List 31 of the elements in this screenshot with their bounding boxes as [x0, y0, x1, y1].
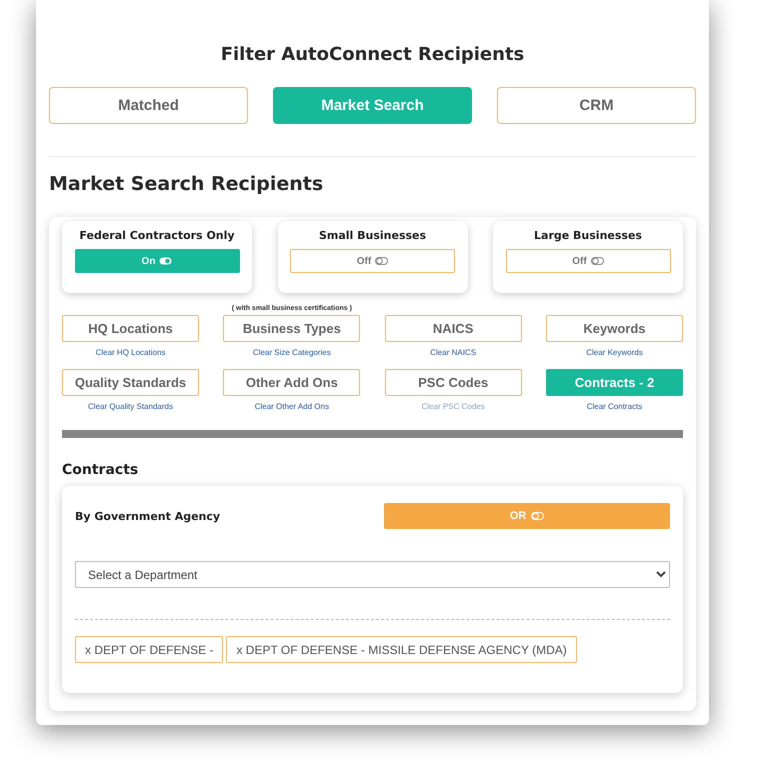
toggle-title: Small Businesses [318, 229, 426, 242]
filter-button[interactable]: NAICS [384, 315, 522, 342]
department-select[interactable]: Select a Department [75, 561, 670, 588]
toggle-icon [531, 512, 544, 520]
clear-link[interactable]: Clear Size Categories [252, 348, 331, 357]
clear-link[interactable]: Clear Contracts [586, 402, 642, 411]
dialog-title: Filter AutoConnect Recipients [220, 44, 526, 65]
toggle-button[interactable]: Off [290, 249, 455, 273]
agency-tag[interactable]: x DEPT OF DEFENSE - [75, 636, 224, 663]
agency-label: By Government Agency [75, 510, 220, 522]
clear-link[interactable]: Clear HQ Locations [96, 348, 166, 357]
filter-button[interactable]: HQ Locations [62, 315, 199, 342]
contracts-title: Contracts [62, 462, 140, 478]
tab[interactable]: CRM [497, 87, 696, 124]
toggle-icon [590, 257, 604, 265]
clear-link[interactable]: Clear Quality Standards [88, 402, 173, 411]
toggle-button[interactable]: Off [506, 249, 670, 273]
clear-link[interactable]: Clear NAICS [430, 348, 476, 357]
filter-button[interactable]: Quality Standards [62, 369, 199, 396]
filter-button[interactable]: Keywords [546, 315, 683, 342]
section-title: Market Search Recipients [49, 173, 324, 195]
toggle-title: Federal Contractors Only [79, 229, 235, 242]
clear-link[interactable]: Clear Other Add Ons [254, 402, 329, 411]
filter-button[interactable]: Other Add Ons [223, 369, 360, 396]
filter-button[interactable]: Business Types [223, 315, 360, 342]
toggle-icon [375, 257, 388, 265]
agency-tag[interactable]: x DEPT OF DEFENSE - MISSILE DEFENSE AGENCY (MDA) [226, 636, 577, 663]
tab[interactable]: Matched [49, 87, 248, 124]
toggle-icon [159, 257, 172, 265]
clear-link[interactable]: Clear Keywords [586, 348, 643, 357]
toggle-title: Large Businesses [534, 229, 642, 242]
